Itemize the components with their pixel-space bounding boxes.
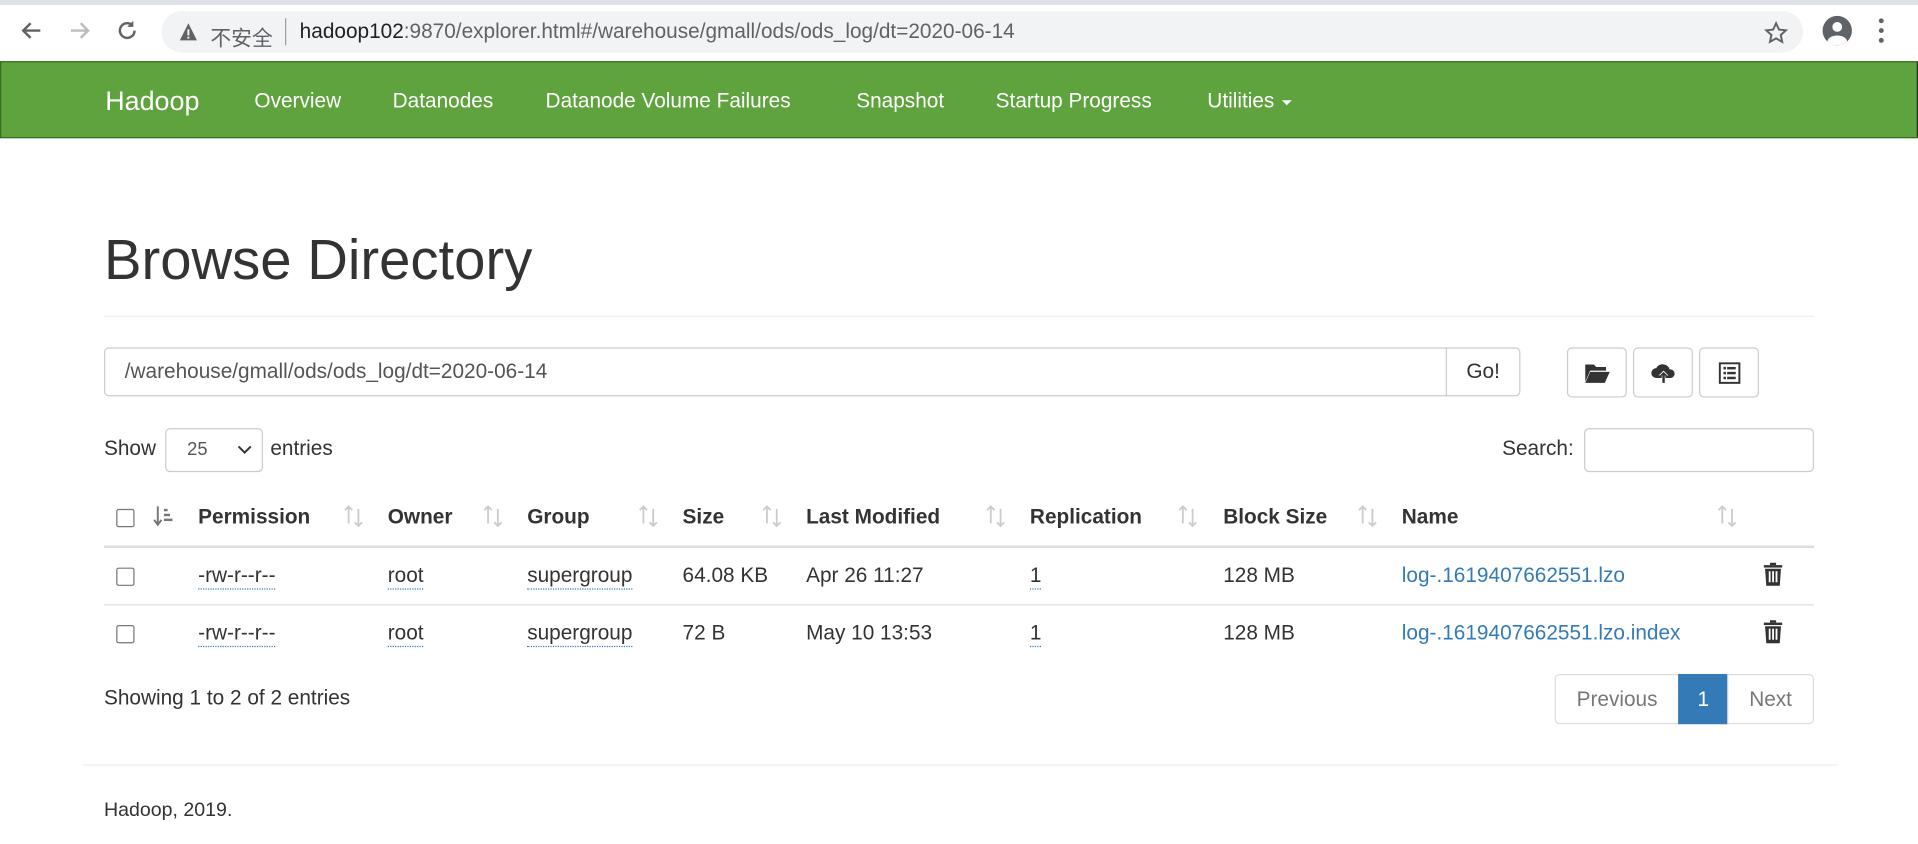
next-page-button[interactable]: Next (1727, 673, 1815, 725)
upload-files-button[interactable] (1632, 347, 1693, 398)
cloud-upload-icon (1650, 363, 1674, 383)
file-block-size: 128 MB (1223, 563, 1295, 588)
cut-paste-button[interactable] (1699, 347, 1759, 398)
file-size: 72 B (682, 621, 726, 645)
col-header-size[interactable]: Size (683, 505, 725, 529)
url-host: hadoop102 (299, 19, 404, 43)
sort-both-icon[interactable] (762, 504, 782, 528)
caret-down-icon (1281, 99, 1292, 105)
nav-datanodes[interactable]: Datanodes (393, 89, 494, 113)
page-length-select[interactable]: 25 (165, 428, 263, 473)
table-info: Showing 1 to 2 of 2 entries (103, 686, 351, 710)
file-replication[interactable]: 1 (1029, 564, 1042, 590)
kebab-menu-icon (1878, 18, 1884, 43)
nav-snapshot[interactable]: Snapshot (856, 89, 944, 113)
address-bar[interactable]: 不安全 hadoop102:9870/explorer.html#/wareho… (161, 11, 1803, 53)
forward-button[interactable] (64, 15, 96, 47)
file-group[interactable]: supergroup (527, 621, 633, 648)
sort-both-icon[interactable] (1358, 504, 1378, 528)
trash-icon[interactable] (1763, 562, 1784, 586)
page-length-value: 25 (187, 439, 208, 460)
file-replication[interactable]: 1 (1029, 621, 1042, 648)
url-text: hadoop102:9870/explorer.html#/warehouse/… (300, 20, 1015, 44)
list-alt-icon (1718, 361, 1740, 384)
browser-menu-button[interactable] (1876, 16, 1886, 51)
footer-divider (83, 764, 1838, 766)
file-last-modified: Apr 26 11:27 (806, 563, 924, 588)
profile-avatar[interactable] (1822, 15, 1852, 46)
sort-both-icon[interactable] (986, 504, 1006, 528)
file-permission[interactable]: -rw-r--r-- (198, 621, 276, 648)
url-path: :9870/explorer.html#/warehouse/gmall/ods… (403, 19, 1015, 43)
top-navbar: Hadoop Overview Datanodes Datanode Volum… (0, 61, 1918, 139)
file-name-link[interactable]: log-.1619407662551.lzo.index (1402, 621, 1681, 645)
col-header-block-size[interactable]: Block Size (1223, 505, 1327, 529)
insecure-label: 不安全 (210, 26, 273, 51)
file-name-link[interactable]: log-.1619407662551.lzo (1402, 564, 1625, 588)
warning-icon (179, 23, 197, 41)
search-label: Search: (1502, 436, 1574, 460)
trash-icon[interactable] (1763, 620, 1784, 644)
browser-toolbar: 不安全 hadoop102:9870/explorer.html#/wareho… (0, 0, 1918, 63)
arrow-left-icon (21, 22, 41, 39)
search-input[interactable] (1584, 428, 1815, 473)
chevron-down-icon (237, 445, 252, 454)
file-block-size: 128 MB (1223, 621, 1295, 645)
file-owner[interactable]: root (387, 621, 424, 648)
arrow-right-icon (70, 22, 90, 39)
file-last-modified: May 10 13:53 (806, 621, 933, 645)
sort-both-icon[interactable] (344, 504, 364, 528)
entries-label: entries (270, 436, 333, 460)
sort-both-icon[interactable] (639, 504, 659, 528)
previous-page-button[interactable]: Previous (1554, 673, 1680, 725)
reload-button[interactable] (111, 15, 143, 47)
table-header-border (103, 545, 1815, 548)
show-label: Show (103, 436, 156, 460)
directory-path-input[interactable]: /warehouse/gmall/ods/ods_log/dt=2020-06-… (103, 347, 1448, 397)
folder-open-icon (1584, 363, 1610, 383)
footer-text: Hadoop, 2019. (103, 799, 233, 821)
nav-utilities-dropdown[interactable]: Utilities (1207, 89, 1292, 113)
star-icon[interactable] (1764, 20, 1789, 45)
tab-strip (0, 0, 1918, 5)
col-header-permission[interactable]: Permission (198, 505, 310, 529)
sort-both-icon[interactable] (483, 504, 503, 528)
row-divider (103, 604, 1815, 606)
file-permission[interactable]: -rw-r--r-- (198, 564, 276, 590)
person-icon (1827, 22, 1848, 46)
nav-utilities-label: Utilities (1207, 89, 1275, 113)
nav-overview[interactable]: Overview (254, 89, 341, 113)
col-header-name[interactable]: Name (1402, 505, 1459, 529)
navbar-brand[interactable]: Hadoop (105, 86, 199, 118)
col-header-last-modified[interactable]: Last Modified (806, 505, 940, 529)
file-group[interactable]: supergroup (527, 564, 633, 590)
file-size: 64.08 KB (682, 563, 769, 588)
go-button[interactable]: Go! (1445, 347, 1521, 397)
address-separator (285, 18, 287, 46)
file-owner[interactable]: root (387, 564, 424, 590)
create-directory-button[interactable] (1566, 347, 1627, 398)
page-1-button[interactable]: 1 (1678, 673, 1729, 725)
col-header-group[interactable]: Group (527, 505, 589, 529)
title-divider (103, 315, 1815, 317)
reload-icon (118, 20, 136, 40)
page-title: Browse Directory (103, 227, 533, 292)
col-header-owner[interactable]: Owner (388, 505, 453, 529)
back-button[interactable] (16, 15, 48, 47)
select-all-checkbox[interactable] (116, 508, 135, 528)
col-header-replication[interactable]: Replication (1030, 505, 1142, 529)
row-checkbox[interactable] (116, 567, 135, 586)
nav-datanode-volume-failures[interactable]: Datanode Volume Failures (546, 89, 791, 113)
row-checkbox[interactable] (116, 625, 135, 644)
sort-amount-icon[interactable] (153, 505, 175, 527)
nav-startup-progress[interactable]: Startup Progress (996, 89, 1152, 113)
sort-both-icon[interactable] (1717, 504, 1737, 528)
sort-both-icon[interactable] (1178, 504, 1198, 528)
